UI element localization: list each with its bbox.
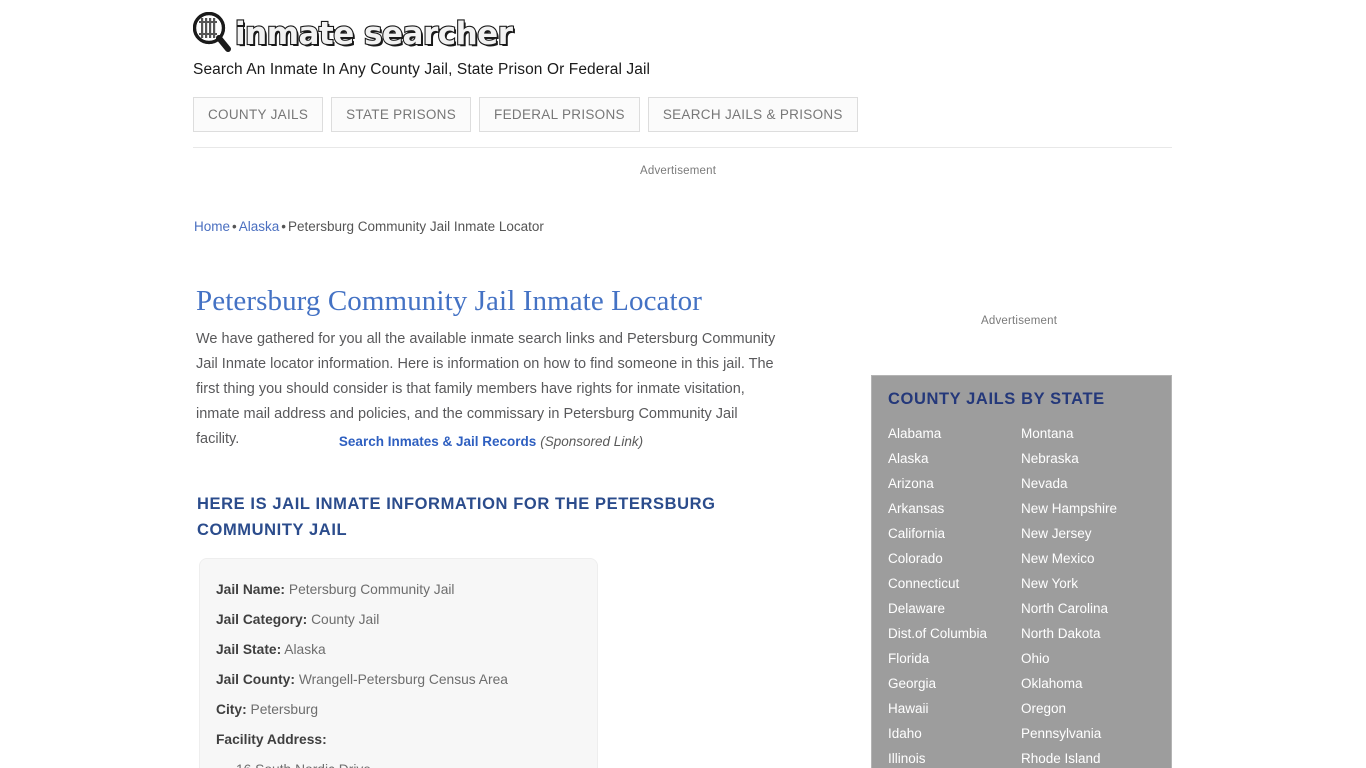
state-link-idaho[interactable]: Idaho: [888, 721, 1021, 746]
state-link-connecticut[interactable]: Connecticut: [888, 571, 1021, 596]
state-link-nebraska[interactable]: Nebraska: [1021, 446, 1154, 471]
state-link-new-hampshire[interactable]: New Hampshire: [1021, 496, 1154, 521]
info-row-facility-address: Facility Address:: [216, 725, 579, 755]
breadcrumb-separator-1: •: [232, 219, 237, 234]
info-row-jail-name: Jail Name: Petersburg Community Jail: [216, 575, 579, 605]
state-link-north-dakota[interactable]: North Dakota: [1021, 621, 1154, 646]
info-value: Alaska: [284, 642, 326, 657]
state-link-rhode-island[interactable]: Rhode Island: [1021, 746, 1154, 768]
state-link-arkansas[interactable]: Arkansas: [888, 496, 1021, 521]
state-links-column-1: Alabama Alaska Arizona Arkansas Californ…: [888, 421, 1021, 768]
info-value: Petersburg Community Jail: [288, 582, 455, 597]
section-heading: HERE IS JAIL INMATE INFORMATION FOR THE …: [197, 494, 716, 539]
info-label: Jail County:: [216, 672, 295, 687]
nav-federal-prisons[interactable]: FEDERAL PRISONS: [479, 97, 640, 132]
state-link-new-mexico[interactable]: New Mexico: [1021, 546, 1154, 571]
info-label: Jail Category:: [216, 612, 308, 627]
state-link-pennsylvania[interactable]: Pennsylvania: [1021, 721, 1154, 746]
nav-state-prisons[interactable]: STATE PRISONS: [331, 97, 472, 132]
nav-search-jails-prisons[interactable]: SEARCH JAILS & PRISONS: [647, 97, 858, 132]
state-link-oregon[interactable]: Oregon: [1021, 696, 1154, 721]
info-value: Petersburg: [250, 702, 319, 717]
search-inmates-records-link[interactable]: Search Inmates & Jail Records: [339, 434, 536, 449]
sponsored-link-row: Search Inmates & Jail Records (Sponsored …: [196, 434, 786, 449]
state-links-columns: Alabama Alaska Arizona Arkansas Californ…: [888, 421, 1171, 768]
state-link-illinois[interactable]: Illinois: [888, 746, 1021, 768]
breadcrumb-separator-2: •: [281, 219, 287, 234]
info-label: Jail State:: [216, 642, 282, 657]
state-link-ohio[interactable]: Ohio: [1021, 646, 1154, 671]
breadcrumb-home-link[interactable]: Home: [194, 219, 230, 234]
page-title: Petersburg Community Jail Inmate Locator: [196, 285, 703, 318]
state-link-north-carolina[interactable]: North Carolina: [1021, 596, 1154, 621]
state-link-hawaii[interactable]: Hawaii: [888, 696, 1021, 721]
site-logo-text: inmate searcher: [234, 15, 514, 52]
state-link-new-jersey[interactable]: New Jersey: [1021, 521, 1154, 546]
sponsored-link-note: (Sponsored Link): [540, 434, 644, 449]
sidebar-panel-title: COUNTY JAILS BY STATE: [888, 390, 1105, 408]
breadcrumb: Home • Alaska • Petersburg Community Jail In…: [194, 219, 544, 234]
info-label: Jail Name:: [216, 582, 286, 597]
state-link-nevada[interactable]: Nevada: [1021, 471, 1154, 496]
breadcrumb-current: Petersburg Community Jail Inmate Locator: [288, 219, 544, 234]
breadcrumb-state-link[interactable]: Alaska: [239, 219, 280, 234]
main-navigation: COUNTY JAILS STATE PRISONS FEDERAL PRISO…: [193, 97, 866, 132]
page-root: inmate searcher Search An Inmate In Any …: [0, 0, 1366, 768]
state-link-georgia[interactable]: Georgia: [888, 671, 1021, 696]
state-link-california[interactable]: California: [888, 521, 1021, 546]
state-link-new-york[interactable]: New York: [1021, 571, 1154, 596]
site-logo[interactable]: inmate searcher: [192, 10, 1173, 56]
state-link-montana[interactable]: Montana: [1021, 421, 1154, 446]
info-value: County Jail: [311, 612, 380, 627]
info-value: Wrangell-Petersburg Census Area: [298, 672, 508, 687]
site-header: inmate searcher Search An Inmate In Any …: [192, 10, 1173, 79]
advertisement-label-sidebar: Advertisement: [981, 315, 1058, 327]
magnifier-jail-bars-icon: [192, 11, 231, 54]
info-row-jail-state: Jail State: Alaska: [216, 635, 579, 665]
state-link-florida[interactable]: Florida: [888, 646, 1021, 671]
state-link-colorado[interactable]: Colorado: [888, 546, 1021, 571]
jail-info-box: Jail Name: Petersburg Community Jail Jai…: [199, 558, 598, 768]
state-link-dist-of-columbia[interactable]: Dist.of Columbia: [888, 621, 1021, 646]
state-link-alaska[interactable]: Alaska: [888, 446, 1021, 471]
header-divider: [193, 147, 1172, 148]
site-tagline: Search An Inmate In Any County Jail, Sta…: [193, 61, 651, 78]
intro-paragraph: We have gathered for you all the availab…: [196, 330, 776, 447]
state-links-column-2: Montana Nebraska Nevada New Hampshire Ne…: [1021, 421, 1154, 768]
state-link-delaware[interactable]: Delaware: [888, 596, 1021, 621]
info-label: City:: [216, 702, 247, 717]
info-row-jail-category: Jail Category: County Jail: [216, 605, 579, 635]
info-row-city: City: Petersburg: [216, 695, 579, 725]
state-link-alabama[interactable]: Alabama: [888, 421, 1021, 446]
nav-county-jails[interactable]: COUNTY JAILS: [193, 97, 324, 132]
info-row-address-line-1: 16 South Nordic Drive: [216, 755, 579, 768]
state-link-arizona[interactable]: Arizona: [888, 471, 1021, 496]
county-jails-by-state-panel: COUNTY JAILS BY STATE Alabama Alaska Ari…: [871, 375, 1172, 768]
info-row-jail-county: Jail County: Wrangell-Petersburg Census …: [216, 665, 579, 695]
info-label: Facility Address:: [216, 732, 327, 747]
advertisement-label-top: Advertisement: [640, 165, 717, 177]
state-link-oklahoma[interactable]: Oklahoma: [1021, 671, 1154, 696]
